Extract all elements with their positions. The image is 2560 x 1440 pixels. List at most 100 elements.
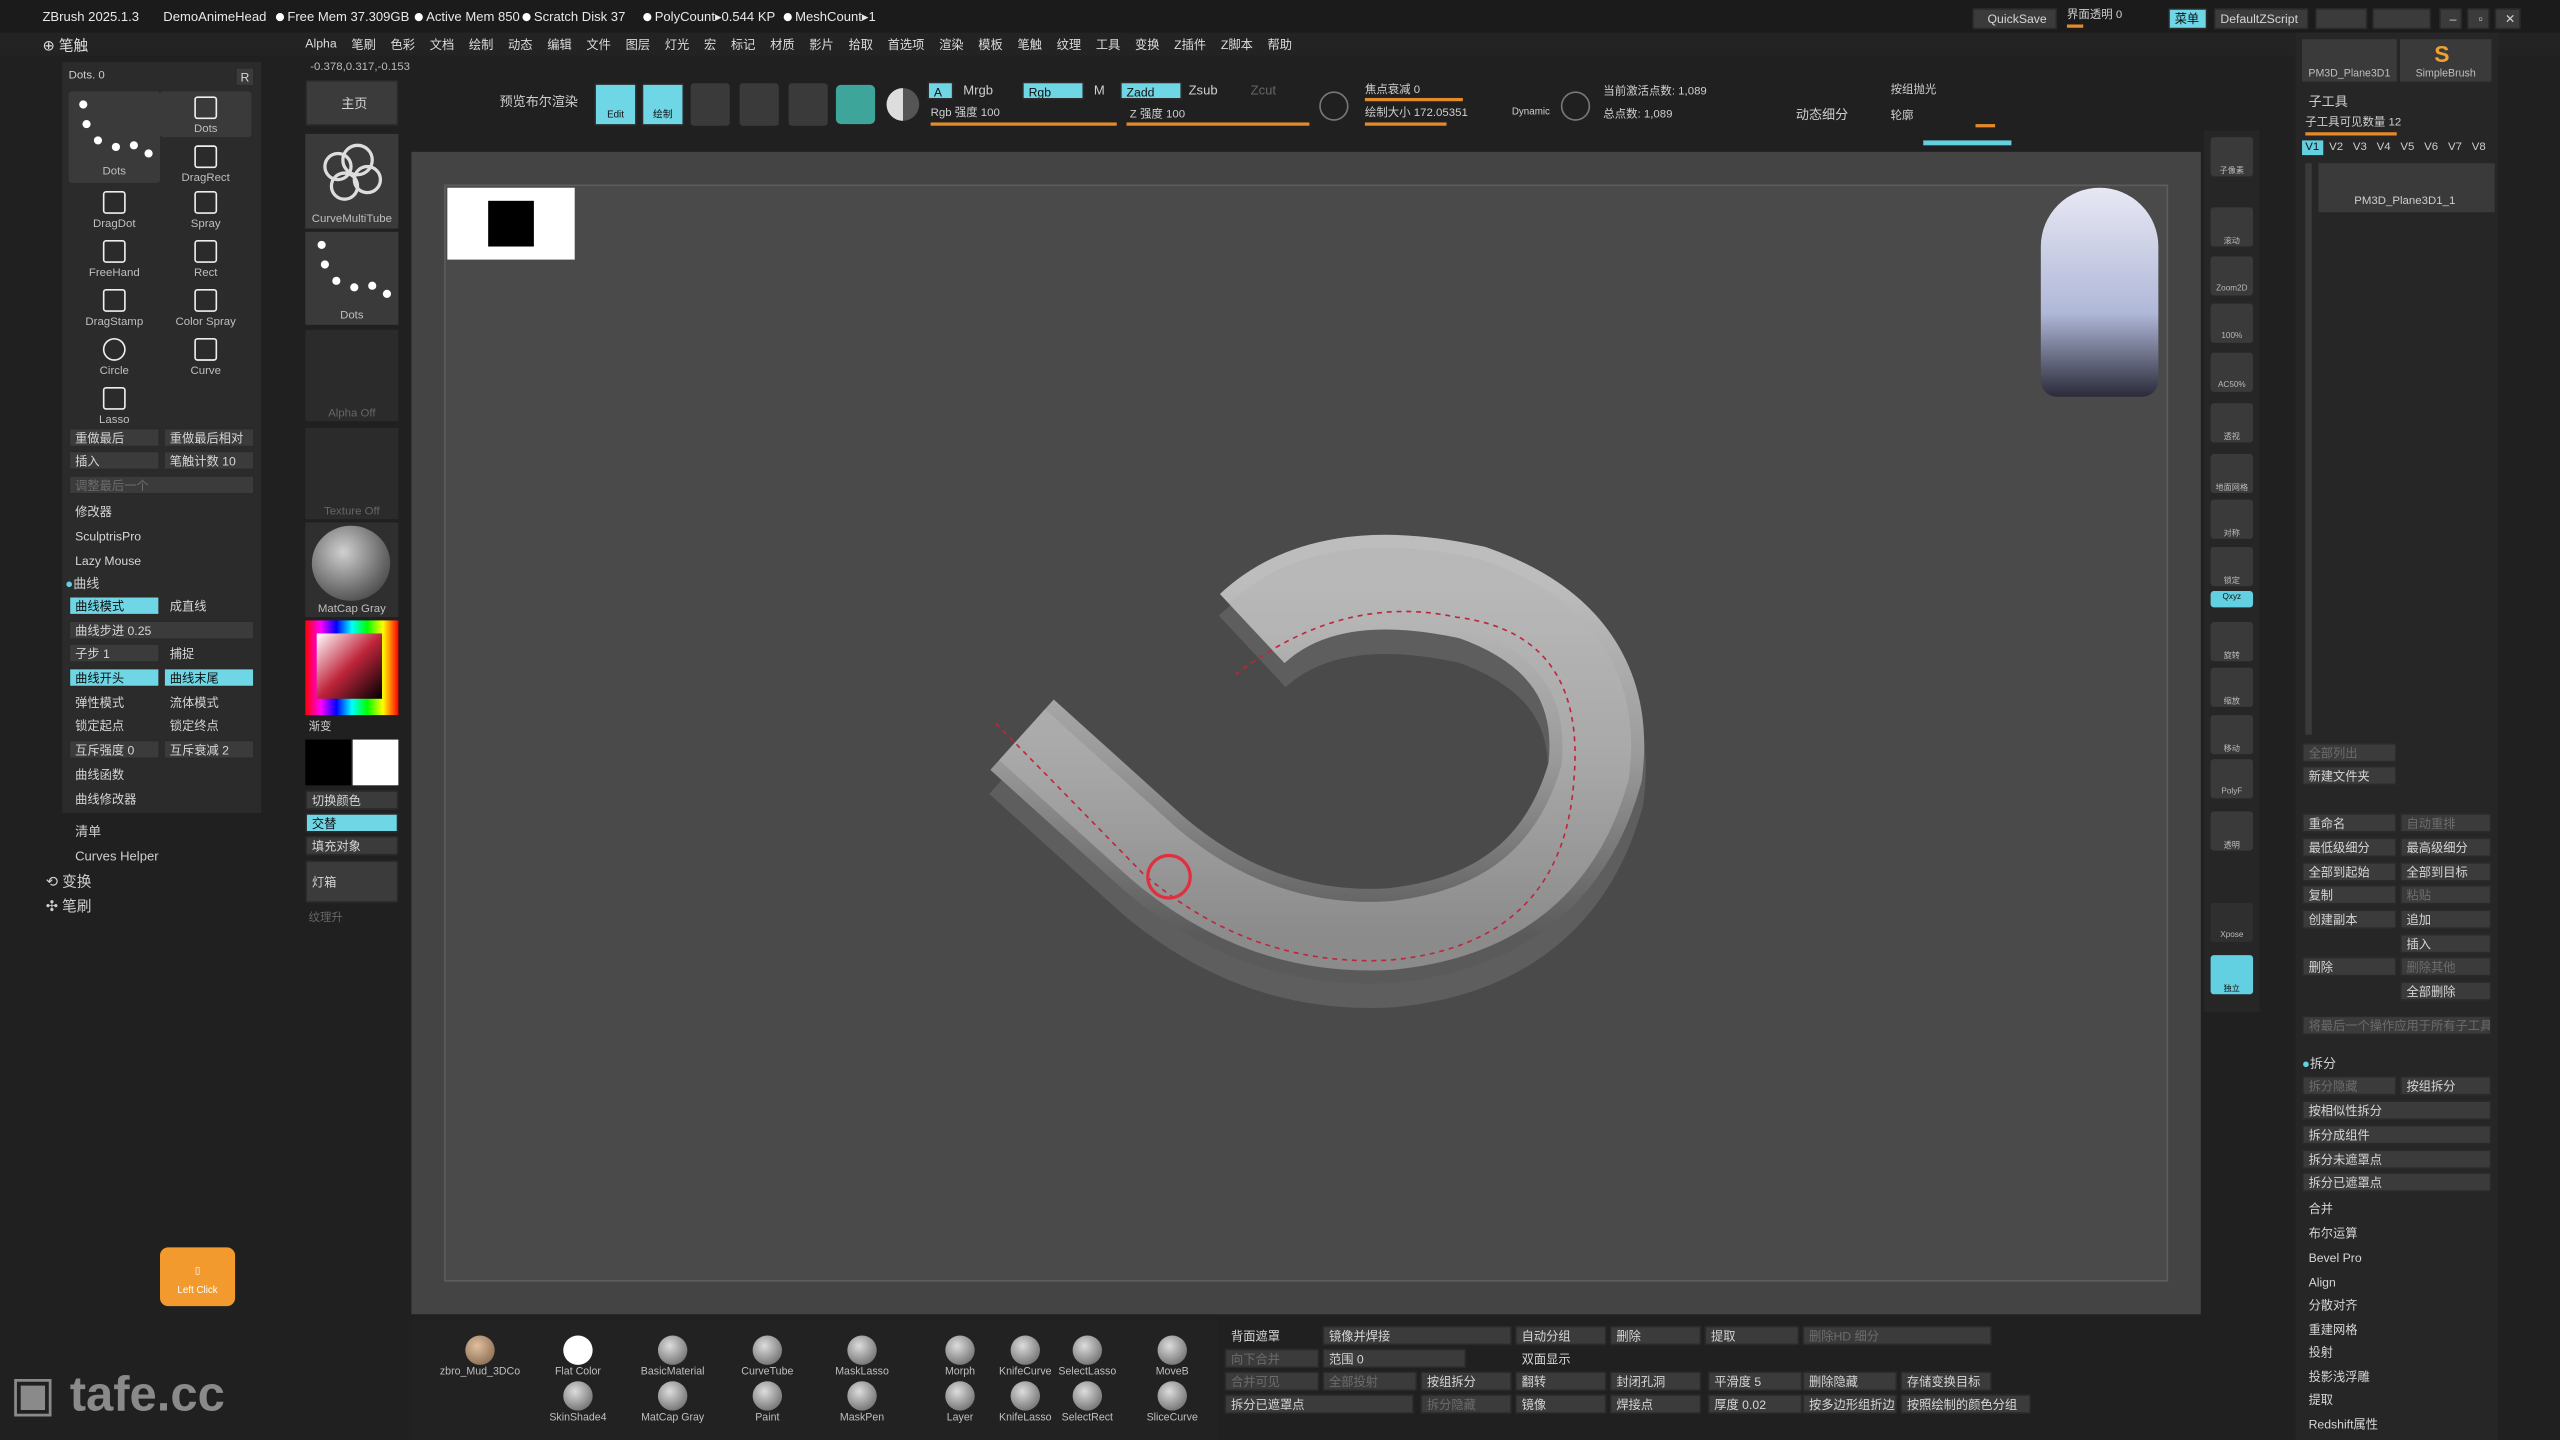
color-picker[interactable] — [305, 620, 399, 716]
shelf-brush-3[interactable]: CurveTube — [722, 1335, 813, 1382]
project-bas-button[interactable]: 投影浅浮雕 — [2302, 1367, 2491, 1387]
shelf-brush-12[interactable]: MaskPen — [816, 1381, 907, 1427]
shelf-1-icon[interactable]: 滚动 — [2210, 207, 2254, 247]
stroke-dots2[interactable]: Dots — [159, 91, 252, 138]
menu-item[interactable]: 首选项 — [888, 36, 925, 54]
split-hidden-button[interactable]: 拆分隐藏 — [1420, 1394, 1512, 1414]
draw-size-slider[interactable]: 绘制大小 172.05351 — [1365, 108, 1468, 119]
split-section[interactable]: ●拆分 — [2302, 1055, 2336, 1073]
shelf-brush-7[interactable]: SelectLasso — [1042, 1335, 1133, 1382]
delete-other-button[interactable]: 删除其他 — [2399, 956, 2492, 977]
main-color[interactable] — [352, 739, 399, 786]
tool-simplebrush[interactable]: S SimpleBrush — [2399, 39, 2492, 82]
curve-modifier-button[interactable]: 曲线修改器 — [69, 789, 255, 809]
quicksave-button[interactable]: QuickSave — [1972, 8, 2058, 30]
menu-item[interactable]: 绘制 — [469, 36, 493, 54]
brush-thumbnail[interactable]: CurveMultiTube — [305, 133, 399, 229]
menu-item[interactable]: 文件 — [586, 36, 610, 54]
split-groups-button[interactable]: 按组拆分 — [2399, 1075, 2492, 1096]
distribute-button[interactable]: 分散对齐 — [2302, 1295, 2491, 1315]
mirror-weld-button[interactable]: 镜像并焊接 — [1322, 1325, 1512, 1346]
curve-end-button[interactable]: 曲线末尾 — [163, 667, 255, 688]
create-copy-button[interactable]: 创建副本 — [2302, 909, 2397, 929]
subtool-scrollbar[interactable] — [2305, 163, 2312, 735]
menu-button[interactable]: 菜单 — [2168, 8, 2208, 30]
mutual-decay-button[interactable]: 互斥衰减 2 — [163, 739, 255, 760]
shelf-brush-8[interactable]: MoveB — [1127, 1335, 1218, 1382]
switch-color-button[interactable]: 切换颜色 — [305, 790, 399, 810]
all-to-target-button[interactable]: 全部到目标 — [2399, 862, 2492, 882]
subtool-item[interactable]: PM3D_Plane3D1_1 — [2318, 163, 2495, 213]
store-morph-button[interactable]: 存储变换目标 — [1900, 1371, 1992, 1392]
rgb-intensity-slider[interactable]: Rgb 强度 100 — [931, 108, 1000, 119]
split-groups-button[interactable]: 按组拆分 — [1420, 1371, 1512, 1392]
menu-item[interactable]: 帮助 — [1268, 36, 1292, 54]
curve-function-button[interactable]: 曲线函数 — [69, 764, 255, 784]
merge-down-button[interactable]: 向下合并 — [1224, 1348, 1320, 1369]
menu-item[interactable]: 色彩 — [391, 36, 415, 54]
opacity-slider[interactable] — [2066, 24, 2084, 28]
shelf-6-icon[interactable]: 地面网格 — [2210, 453, 2254, 494]
menu-item[interactable]: 纹理 — [1057, 36, 1081, 54]
as-line-button[interactable]: 成直线 — [163, 596, 254, 616]
alpha-thumbnail[interactable]: Alpha Off — [305, 329, 399, 422]
shelf-8-icon[interactable]: 锁定 — [2210, 546, 2254, 587]
stroke-dragdot[interactable]: DragDot — [69, 186, 160, 232]
menu-item[interactable]: 动态 — [508, 36, 532, 54]
shelf-9-icon[interactable]: Qxyz — [2210, 591, 2254, 608]
remesh-button[interactable]: 重建网格 — [2302, 1319, 2491, 1339]
poly-edge-button[interactable]: 按多边形组折边 — [1802, 1394, 1898, 1414]
ui-opacity[interactable]: 界面透明 0 — [2067, 10, 2122, 21]
curve-tube-mesh[interactable] — [411, 152, 2200, 1314]
shelf-brush-2[interactable]: BasicMaterial — [627, 1335, 718, 1382]
alternate-button[interactable]: 交替 — [305, 813, 399, 833]
range-button[interactable]: 范围 0 — [1322, 1348, 1467, 1369]
shelf-brush-10[interactable]: MatCap Gray — [627, 1381, 718, 1427]
rgb-button[interactable]: Rgb — [1022, 81, 1085, 100]
all-visible-button[interactable]: 全部投射 — [1322, 1371, 1418, 1392]
version-tab[interactable]: V5 — [2397, 140, 2418, 155]
version-tab[interactable]: V8 — [2468, 140, 2489, 155]
shelf-brush-9[interactable]: SkinShade4 — [532, 1381, 623, 1427]
stroke-circle[interactable]: Circle — [69, 333, 160, 379]
material-thumbnail[interactable]: MatCap Gray — [305, 522, 399, 618]
polypaint-groups-button[interactable]: 按照绘制的颜色分组 — [1900, 1394, 2032, 1414]
shelf-brush-15[interactable]: SelectRect — [1042, 1381, 1133, 1427]
lazy-mouse-button[interactable]: Lazy Mouse — [69, 550, 255, 570]
zcut-button[interactable]: Zcut — [1251, 84, 1276, 98]
stroke-count-button[interactable]: 笔触计数 10 — [163, 450, 255, 471]
bevel-pro-button[interactable]: Bevel Pro — [2302, 1247, 2491, 1267]
lock-end-button[interactable]: 锁定终点 — [163, 715, 254, 735]
del-hidden-button[interactable]: 删除隐藏 — [1802, 1371, 1898, 1392]
material-sphere-icon[interactable] — [886, 88, 920, 121]
shelf-brush-4[interactable]: MaskLasso — [816, 1335, 907, 1382]
stroke-rect[interactable]: Rect — [160, 235, 251, 281]
flip-button[interactable]: 翻转 — [1515, 1371, 1607, 1392]
version-tab[interactable]: V6 — [2421, 140, 2442, 155]
auto-group-button[interactable]: 自动分组 — [1515, 1325, 1607, 1346]
shelf-16-icon[interactable]: 独立 — [2210, 955, 2254, 995]
stroke-spray[interactable]: Spray — [160, 186, 251, 232]
menu-item[interactable]: Z脚本 — [1221, 36, 1253, 54]
modifier-button[interactable]: 修改器 — [69, 501, 255, 521]
menu-item[interactable]: 标记 — [731, 36, 755, 54]
list-all-button[interactable]: 全部列出 — [2302, 742, 2397, 763]
elastic-button[interactable]: 弹性模式 — [69, 692, 160, 712]
version-tab[interactable]: V2 — [2326, 140, 2347, 155]
shelf-0-icon[interactable]: 子像素 — [2210, 137, 2254, 177]
menu-item[interactable]: 模板 — [978, 36, 1002, 54]
shelf-2-icon[interactable]: Zoom2D — [2210, 256, 2254, 296]
delete-button[interactable]: 删除 — [1609, 1325, 1702, 1346]
copy-button[interactable]: 复制 — [2302, 884, 2397, 905]
version-tab[interactable]: V7 — [2445, 140, 2466, 155]
double-side-button[interactable]: 双面显示 — [1515, 1349, 1606, 1369]
menu-item[interactable]: 影片 — [809, 36, 833, 54]
close-icon[interactable]: ✕ — [2494, 8, 2521, 30]
split-hidden-button[interactable]: 拆分隐藏 — [2302, 1075, 2397, 1096]
curves-helper-label[interactable]: Curves Helper — [75, 850, 158, 864]
snap-button[interactable]: 捕捉 — [163, 643, 254, 663]
boolean-button[interactable]: 布尔运算 — [2302, 1223, 2491, 1243]
move-icon[interactable] — [690, 83, 730, 126]
menu-item[interactable]: 工具 — [1096, 36, 1120, 54]
lightbox-button[interactable]: 灯箱 — [305, 860, 399, 903]
